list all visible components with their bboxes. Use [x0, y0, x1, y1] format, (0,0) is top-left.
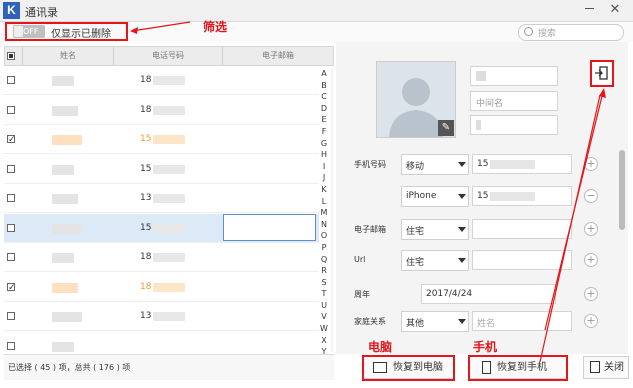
annotation-arrows [130, 21, 606, 363]
